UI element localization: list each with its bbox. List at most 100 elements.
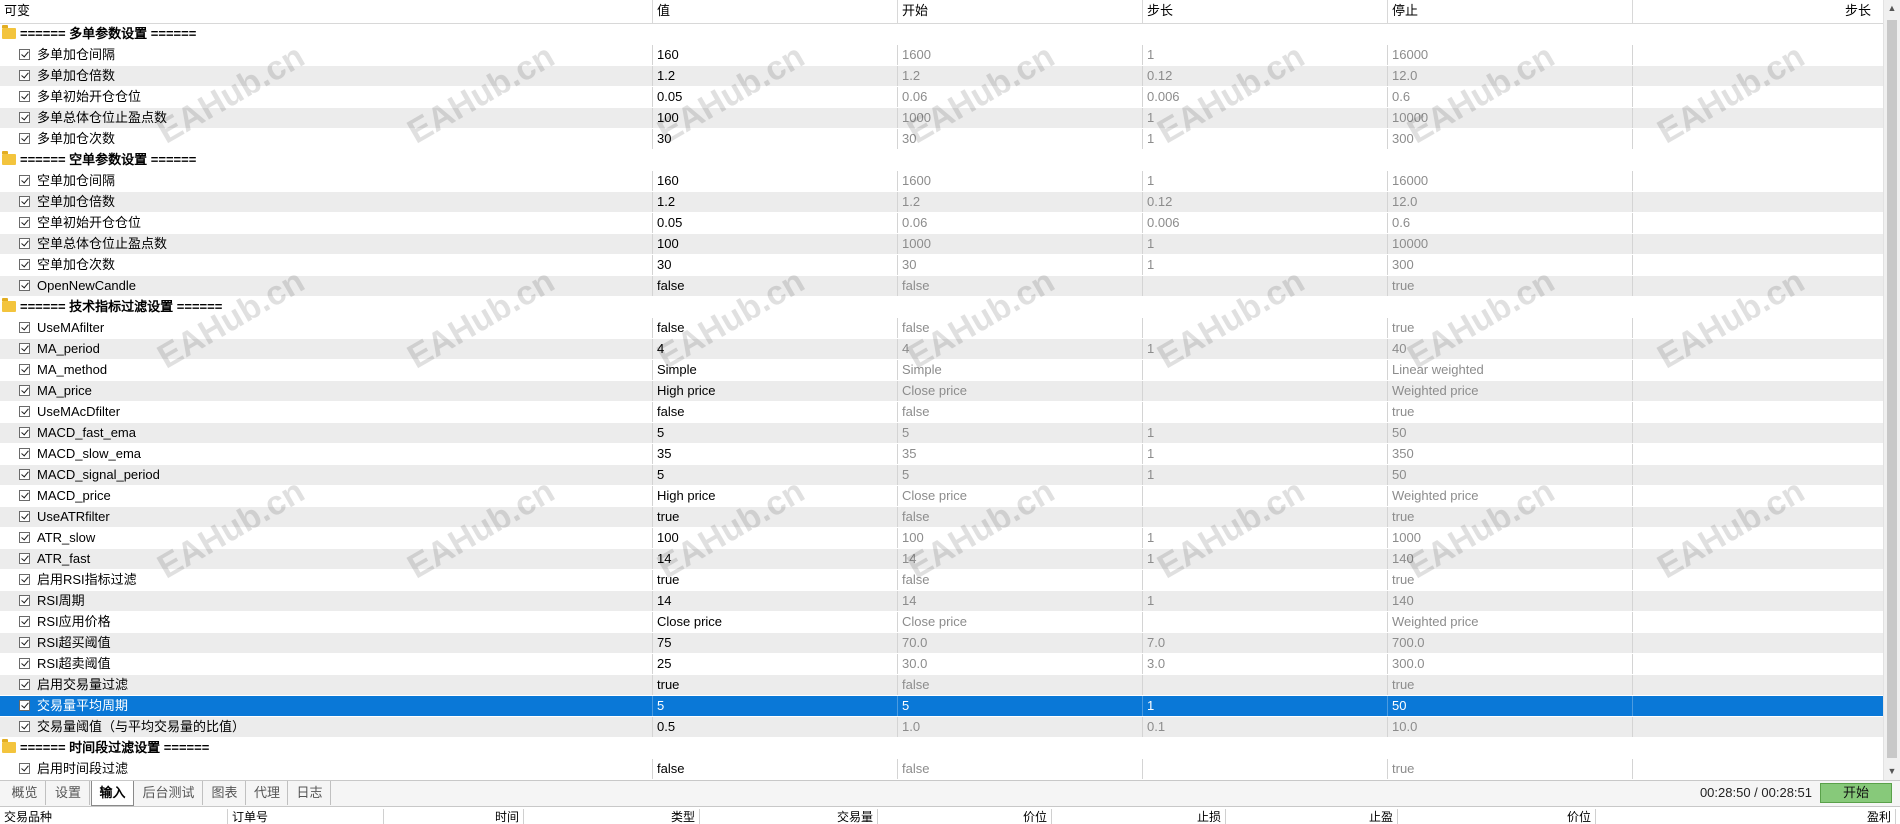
vertical-scrollbar[interactable]: ▲ ▼ [1883,0,1900,780]
parameter-row[interactable]: 多单加仓次数 30 30 1 300 [0,129,1883,150]
param-step[interactable] [1143,570,1388,590]
results-column-header[interactable]: 止盈 [1226,809,1398,824]
param-value[interactable]: false [653,276,898,296]
param-value[interactable]: 25 [653,654,898,674]
param-step2[interactable] [1633,696,1883,716]
param-step2[interactable] [1633,759,1883,779]
param-stop[interactable]: true [1388,507,1633,527]
param-stop[interactable]: 10.0 [1388,717,1633,737]
scroll-thumb[interactable] [1887,20,1897,758]
param-value[interactable]: Close price [653,612,898,632]
param-step[interactable] [1143,402,1388,422]
param-stop[interactable]: 700.0 [1388,633,1633,653]
results-column-header[interactable]: 止损 [1052,809,1226,824]
param-step[interactable]: 1 [1143,339,1388,359]
parameter-row[interactable]: 多单加仓倍数 1.2 1.2 0.12 12.0 [0,66,1883,87]
param-step[interactable]: 1 [1143,129,1388,149]
param-stop[interactable]: 16000 [1388,45,1633,65]
param-stop[interactable]: Weighted price [1388,486,1633,506]
parameter-row[interactable]: 交易量阈值（与平均交易量的比值） 0.5 1.0 0.1 10.0 [0,717,1883,738]
tab-1[interactable]: 设置 [47,781,90,805]
param-step[interactable]: 1 [1143,528,1388,548]
param-value[interactable]: true [653,570,898,590]
param-start[interactable]: false [898,402,1143,422]
results-column-header[interactable]: 价位 [878,809,1052,824]
tab-5[interactable]: 代理 [247,781,288,805]
group-row[interactable]: ====== 技术指标过滤设置 ====== [0,297,1883,318]
parameter-row[interactable]: ATR_slow 100 100 1 1000 [0,528,1883,549]
parameter-row[interactable]: 多单初始开仓仓位 0.05 0.06 0.006 0.6 [0,87,1883,108]
param-value[interactable]: 0.05 [653,213,898,233]
param-step2[interactable] [1633,612,1883,632]
param-step2[interactable] [1633,444,1883,464]
param-step2[interactable] [1633,360,1883,380]
param-step[interactable] [1143,486,1388,506]
param-value[interactable]: 1.2 [653,192,898,212]
param-stop[interactable]: 12.0 [1388,66,1633,86]
param-step[interactable]: 1 [1143,255,1388,275]
results-column-header[interactable]: 盈利 [1596,809,1896,824]
param-step[interactable]: 0.12 [1143,192,1388,212]
tab-4[interactable]: 图表 [204,781,246,805]
param-stop[interactable]: Linear weighted [1388,360,1633,380]
parameter-row[interactable]: 多单加仓间隔 160 1600 1 16000 [0,45,1883,66]
param-step[interactable]: 1 [1143,465,1388,485]
param-start[interactable]: false [898,507,1143,527]
param-start[interactable]: 1600 [898,45,1143,65]
param-step[interactable]: 0.12 [1143,66,1388,86]
parameter-row[interactable]: MACD_signal_period 5 5 1 50 [0,465,1883,486]
param-step2[interactable] [1633,423,1883,443]
param-step[interactable]: 1 [1143,171,1388,191]
param-value[interactable]: 160 [653,45,898,65]
param-stop[interactable]: 40 [1388,339,1633,359]
param-step2[interactable] [1633,213,1883,233]
param-step2[interactable] [1633,255,1883,275]
param-start[interactable]: Close price [898,381,1143,401]
results-column-header[interactable]: 时间 [384,809,524,824]
param-step[interactable]: 1 [1143,423,1388,443]
param-stop[interactable]: 12.0 [1388,192,1633,212]
param-value[interactable]: 30 [653,255,898,275]
param-step[interactable] [1143,507,1388,527]
param-step2[interactable] [1633,465,1883,485]
param-stop[interactable]: 50 [1388,696,1633,716]
param-step2[interactable] [1633,528,1883,548]
param-step2[interactable] [1633,654,1883,674]
param-step[interactable] [1143,360,1388,380]
param-stop[interactable]: 140 [1388,549,1633,569]
parameter-row[interactable]: UseMAfilter false false true [0,318,1883,339]
param-step[interactable]: 7.0 [1143,633,1388,653]
param-start[interactable]: Close price [898,612,1143,632]
parameter-row[interactable]: MACD_fast_ema 5 5 1 50 [0,423,1883,444]
param-stop[interactable]: 10000 [1388,234,1633,254]
param-stop[interactable]: 300.0 [1388,654,1633,674]
param-value[interactable]: 0.5 [653,717,898,737]
param-step2[interactable] [1633,129,1883,149]
parameter-row[interactable]: 空单加仓间隔 160 1600 1 16000 [0,171,1883,192]
param-step[interactable]: 3.0 [1143,654,1388,674]
scroll-down-icon[interactable]: ▼ [1884,763,1900,780]
parameter-row[interactable]: 启用交易量过滤 true false true [0,675,1883,696]
param-step[interactable]: 1 [1143,696,1388,716]
param-value[interactable]: 100 [653,528,898,548]
param-step[interactable]: 0.006 [1143,87,1388,107]
param-stop[interactable]: true [1388,318,1633,338]
param-start[interactable]: Close price [898,486,1143,506]
param-step2[interactable] [1633,318,1883,338]
param-start[interactable]: 35 [898,444,1143,464]
results-column-header[interactable]: 交易品种 [0,809,228,824]
param-step2[interactable] [1633,402,1883,422]
param-start[interactable]: 30.0 [898,654,1143,674]
param-start[interactable]: false [898,570,1143,590]
param-start[interactable]: 30 [898,129,1143,149]
param-step2[interactable] [1633,234,1883,254]
param-value[interactable]: High price [653,381,898,401]
param-stop[interactable]: 140 [1388,591,1633,611]
param-stop[interactable]: Weighted price [1388,381,1633,401]
param-start[interactable]: 1000 [898,108,1143,128]
parameter-row[interactable]: MACD_price High price Close price Weighted … [0,486,1883,507]
param-value[interactable]: 1.2 [653,66,898,86]
parameter-row[interactable]: UseMAcDfilter false false true [0,402,1883,423]
param-start[interactable]: 1600 [898,171,1143,191]
param-stop[interactable]: 350 [1388,444,1633,464]
